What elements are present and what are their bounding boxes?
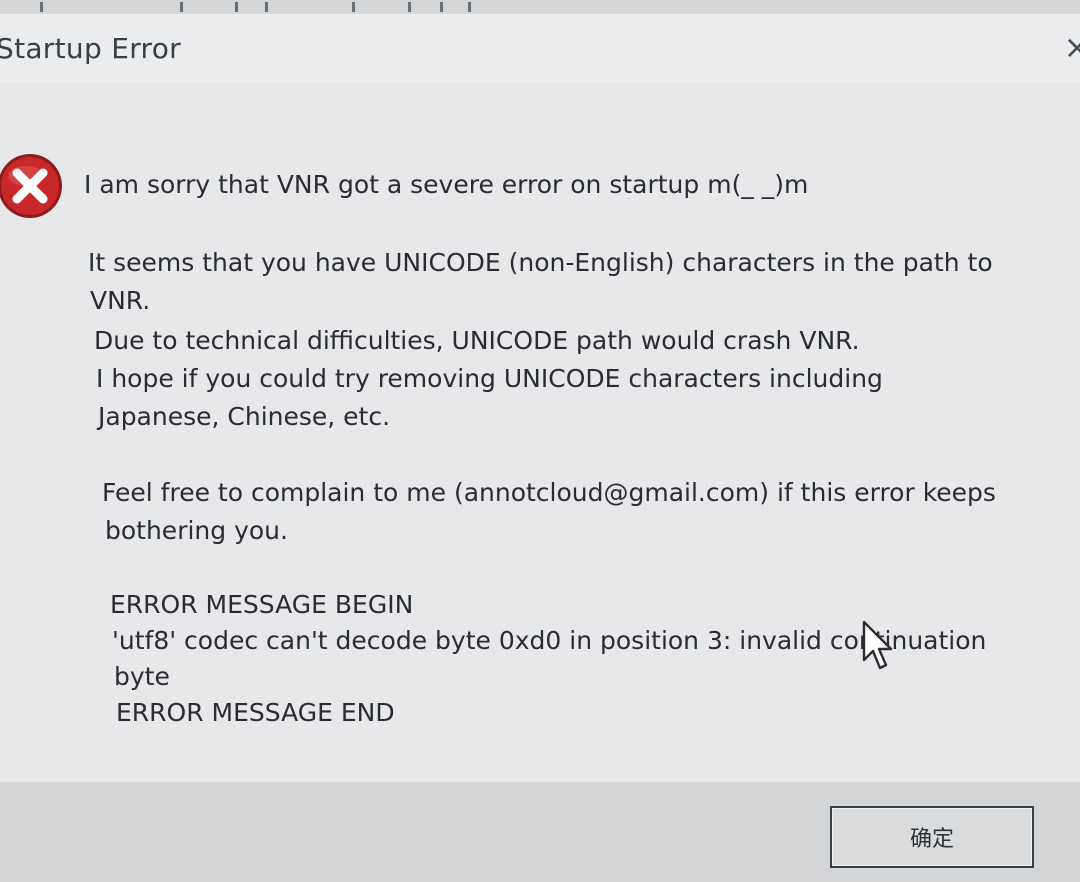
mouse-cursor-icon <box>862 620 893 670</box>
background-glyph <box>40 2 43 12</box>
message-line: I hope if you could try removing UNICODE… <box>96 364 883 393</box>
background-glyph <box>235 2 238 12</box>
startup-error-dialog: Startup Error × I am sorry that VNR got … <box>0 14 1080 882</box>
dialog-content: I am sorry that VNR got a severe error o… <box>0 82 1080 782</box>
message-line: Due to technical difficulties, UNICODE p… <box>94 326 860 355</box>
message-line: Japanese, Chinese, etc. <box>98 402 391 431</box>
background-glyph <box>265 2 268 12</box>
background-glyph <box>180 2 183 12</box>
background-glyph <box>408 2 411 12</box>
background-glyph <box>468 2 471 12</box>
ok-button[interactable]: 确定 <box>830 806 1034 868</box>
error-summary: I am sorry that VNR got a severe error o… <box>84 170 809 199</box>
background-glyph <box>352 2 355 12</box>
message-line: It seems that you have UNICODE (non-Engl… <box>88 248 993 277</box>
error-message-detail: byte <box>114 662 170 691</box>
message-line: VNR. <box>90 286 151 315</box>
dialog-titlebar[interactable]: Startup Error × <box>0 14 1080 82</box>
error-icon <box>0 154 62 218</box>
dialog-title: Startup Error <box>0 32 181 65</box>
screen: Startup Error × I am sorry that VNR got … <box>0 0 1080 882</box>
error-message-end: ERROR MESSAGE END <box>116 698 395 727</box>
contact-line: Feel free to complain to me (annotcloud@… <box>102 478 996 507</box>
close-icon[interactable]: × <box>1060 30 1080 64</box>
background-glyph <box>440 2 443 12</box>
error-message-begin: ERROR MESSAGE BEGIN <box>110 590 414 619</box>
contact-line: bothering you. <box>105 516 288 545</box>
background-window-strip <box>0 0 1080 15</box>
error-message-detail: 'utf8' codec can't decode byte 0xd0 in p… <box>112 626 987 655</box>
